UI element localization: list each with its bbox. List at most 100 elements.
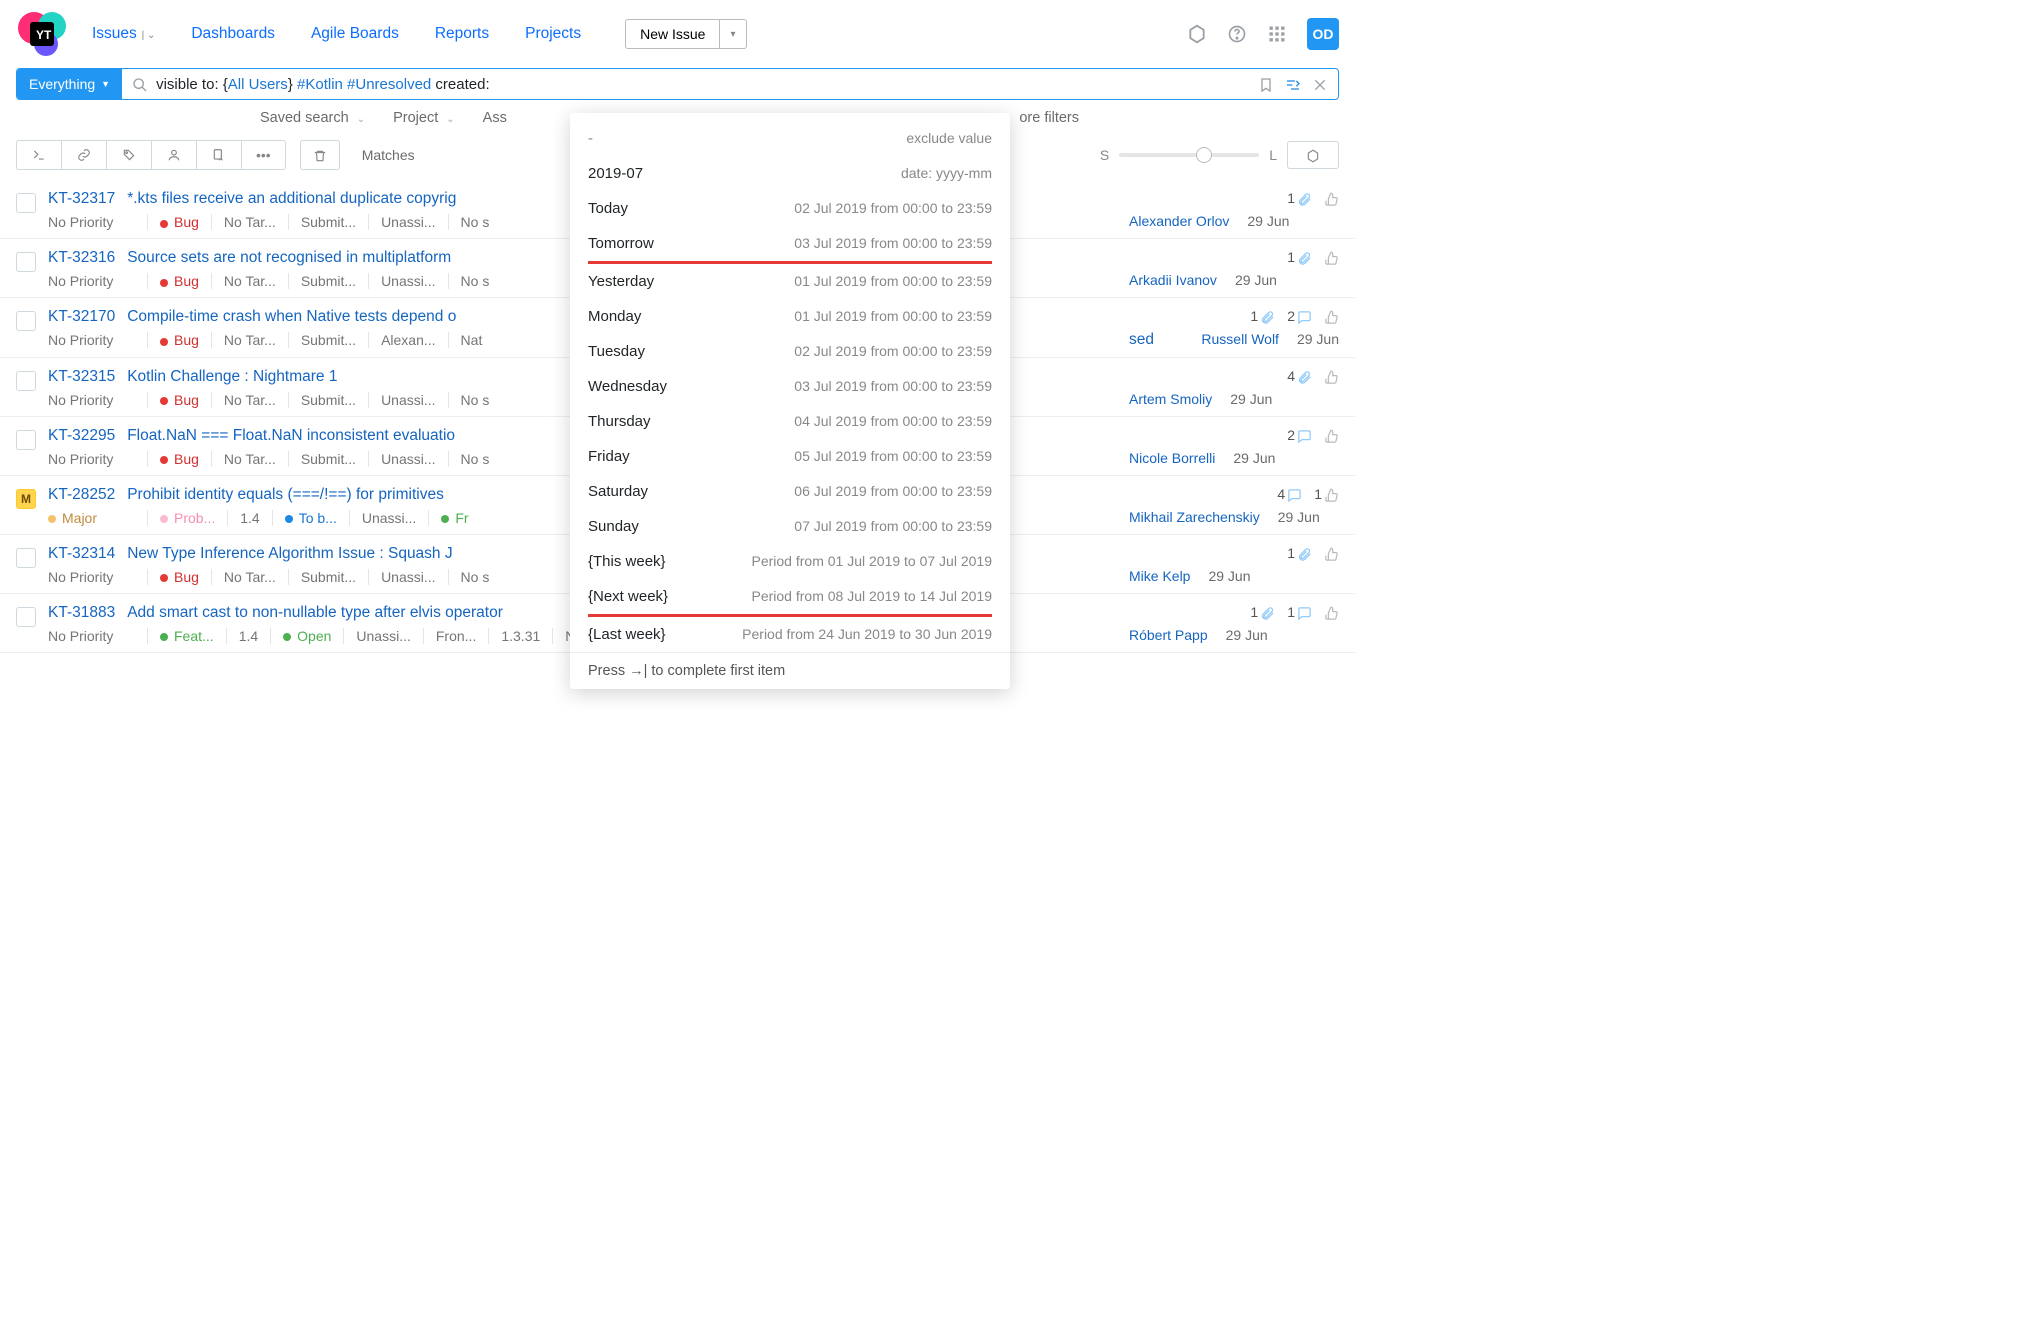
issue-meta-cell[interactable]: Unassi... bbox=[369, 451, 448, 467]
popup-option[interactable]: {This week}Period from 01 Jul 2019 to 07… bbox=[570, 544, 1010, 579]
nav-reports[interactable]: Reports bbox=[435, 25, 489, 43]
issue-meta-cell[interactable]: 1.4 bbox=[228, 510, 272, 526]
new-issue-button[interactable]: New Issue bbox=[625, 19, 720, 49]
issue-id[interactable]: KT-32316 bbox=[48, 249, 115, 267]
comment-badge[interactable]: 1 bbox=[1287, 604, 1312, 621]
issue-meta-cell[interactable]: Unassi... bbox=[369, 214, 448, 230]
tag-button[interactable] bbox=[107, 141, 152, 169]
issue-meta-cell[interactable]: No s bbox=[449, 451, 502, 467]
issue-id[interactable]: KT-32170 bbox=[48, 308, 115, 326]
clear-search-icon[interactable] bbox=[1312, 75, 1328, 92]
issue-title[interactable]: Source sets are not recognised in multip… bbox=[127, 249, 451, 267]
issue-meta-cell[interactable]: No Priority bbox=[48, 332, 148, 348]
issue-meta-cell[interactable]: Unassi... bbox=[369, 273, 448, 289]
issue-meta-cell[interactable]: Bug bbox=[148, 451, 212, 467]
comment-badge[interactable]: 2 bbox=[1287, 308, 1312, 325]
issue-meta-cell[interactable]: No Tar... bbox=[212, 214, 289, 230]
issue-meta-cell[interactable]: Fr bbox=[429, 510, 480, 526]
popup-option[interactable]: Friday05 Jul 2019 from 00:00 to 23:59 bbox=[570, 439, 1010, 474]
issue-meta-cell[interactable]: No Tar... bbox=[212, 273, 289, 289]
comment-badge[interactable]: 2 bbox=[1287, 427, 1312, 444]
issue-id[interactable]: KT-32314 bbox=[48, 545, 115, 563]
popup-option[interactable]: Monday01 Jul 2019 from 00:00 to 23:59 bbox=[570, 299, 1010, 334]
issue-meta-cell[interactable]: Submit... bbox=[289, 214, 369, 230]
issue-meta-cell[interactable]: Fron... bbox=[424, 628, 489, 644]
more-actions-button[interactable]: ••• bbox=[242, 141, 285, 169]
issue-title[interactable]: Compile-time crash when Native tests dep… bbox=[127, 308, 456, 326]
clip-badge[interactable]: 4 bbox=[1287, 368, 1312, 385]
issue-author[interactable]: Róbert Papp bbox=[1129, 627, 1208, 643]
issue-checkbox[interactable] bbox=[16, 430, 36, 450]
popup-option[interactable]: Thursday04 Jul 2019 from 00:00 to 23:59 bbox=[570, 404, 1010, 439]
clip-badge[interactable]: 1 bbox=[1287, 545, 1312, 562]
issue-meta-cell[interactable]: No s bbox=[449, 273, 502, 289]
issue-title[interactable]: Float.NaN === Float.NaN inconsistent eva… bbox=[127, 427, 455, 445]
thumb-badge[interactable] bbox=[1324, 368, 1339, 385]
bookmark-icon[interactable] bbox=[1258, 75, 1274, 92]
clip-badge[interactable]: 1 bbox=[1250, 604, 1275, 621]
issue-meta-cell[interactable]: No Priority bbox=[48, 214, 148, 230]
issue-meta-cell[interactable]: No Tar... bbox=[212, 332, 289, 348]
issue-meta-cell[interactable]: Submit... bbox=[289, 332, 369, 348]
admin-gear-icon[interactable] bbox=[1187, 24, 1207, 44]
filter-toggle-icon[interactable] bbox=[1284, 75, 1302, 92]
issue-meta-cell[interactable]: No s bbox=[449, 569, 502, 585]
issue-id[interactable]: KT-32295 bbox=[48, 427, 115, 445]
issue-meta-cell[interactable]: Submit... bbox=[289, 569, 369, 585]
issue-meta-cell[interactable]: Nat bbox=[449, 332, 495, 348]
thumb-badge[interactable] bbox=[1324, 308, 1339, 325]
new-issue-dropdown[interactable]: ▾ bbox=[720, 19, 746, 49]
issue-title[interactable]: Add smart cast to non-nullable type afte… bbox=[127, 604, 503, 622]
issue-author[interactable]: Nicole Borrelli bbox=[1129, 450, 1215, 466]
issue-checkbox[interactable] bbox=[16, 548, 36, 568]
issue-id[interactable]: KT-32317 bbox=[48, 190, 115, 208]
issue-meta-cell[interactable]: No s bbox=[449, 214, 502, 230]
issue-checkbox[interactable]: M bbox=[16, 489, 36, 509]
issue-meta-cell[interactable]: To b... bbox=[273, 510, 350, 526]
popup-option[interactable]: {Next week}Period from 08 Jul 2019 to 14… bbox=[570, 579, 1010, 614]
issue-meta-cell[interactable]: No Priority bbox=[48, 273, 148, 289]
move-button[interactable] bbox=[197, 141, 242, 169]
popup-option[interactable]: 2019-07date: yyyy-mm bbox=[570, 156, 1010, 191]
issue-checkbox[interactable] bbox=[16, 371, 36, 391]
popup-option[interactable]: Yesterday01 Jul 2019 from 00:00 to 23:59 bbox=[570, 264, 1010, 299]
issue-meta-cell[interactable]: Major bbox=[48, 510, 148, 526]
issue-title[interactable]: Prohibit identity equals (===/!==) for p… bbox=[127, 486, 444, 504]
apps-grid-icon[interactable] bbox=[1267, 24, 1287, 44]
nav-agile-boards[interactable]: Agile Boards bbox=[311, 25, 399, 43]
command-button[interactable] bbox=[17, 141, 62, 169]
popup-option[interactable]: Today02 Jul 2019 from 00:00 to 23:59 bbox=[570, 191, 1010, 226]
issue-meta-cell[interactable]: Bug bbox=[148, 332, 212, 348]
issue-meta-cell[interactable]: Bug bbox=[148, 214, 212, 230]
issue-id[interactable]: KT-28252 bbox=[48, 486, 115, 504]
issue-title[interactable]: *.kts files receive an additional duplic… bbox=[127, 190, 456, 208]
issue-meta-cell[interactable]: 1.4 bbox=[227, 628, 271, 644]
issue-meta-cell[interactable]: Open bbox=[271, 628, 344, 644]
nav-issues[interactable]: Issues | ⌄ bbox=[92, 25, 155, 43]
issue-meta-cell[interactable]: Unassi... bbox=[350, 510, 429, 526]
issue-meta-cell[interactable]: Submit... bbox=[289, 273, 369, 289]
issue-author[interactable]: Mike Kelp bbox=[1129, 568, 1190, 584]
issue-author[interactable]: Russell Wolf bbox=[1201, 331, 1279, 347]
thumb-badge[interactable] bbox=[1324, 190, 1339, 207]
issue-checkbox[interactable] bbox=[16, 193, 36, 213]
popup-option[interactable]: Saturday06 Jul 2019 from 00:00 to 23:59 bbox=[570, 474, 1010, 509]
popup-option[interactable]: -exclude value bbox=[570, 121, 1010, 156]
issue-meta-cell[interactable]: Prob... bbox=[148, 510, 228, 526]
issue-meta-cell[interactable]: No s bbox=[449, 392, 502, 408]
filter-more[interactable]: ore filters bbox=[1019, 110, 1079, 126]
popup-option[interactable]: {Last week}Period from 24 Jun 2019 to 30… bbox=[570, 617, 1010, 652]
issue-author[interactable]: Arkadii Ivanov bbox=[1129, 272, 1217, 288]
filter-saved-search[interactable]: Saved search ⌄ bbox=[260, 110, 365, 126]
detail-slider[interactable] bbox=[1119, 153, 1259, 157]
assign-button[interactable] bbox=[152, 141, 197, 169]
thumb-badge[interactable] bbox=[1324, 604, 1339, 621]
issue-meta-cell[interactable]: No Priority bbox=[48, 569, 148, 585]
filter-project[interactable]: Project ⌄ bbox=[393, 110, 455, 126]
list-settings-button[interactable] bbox=[1287, 141, 1339, 169]
issue-meta-cell[interactable]: No Priority bbox=[48, 451, 148, 467]
issue-meta-cell[interactable]: Unassi... bbox=[369, 392, 448, 408]
popup-option[interactable]: Tuesday02 Jul 2019 from 00:00 to 23:59 bbox=[570, 334, 1010, 369]
issue-meta-cell[interactable]: No Priority bbox=[48, 628, 148, 644]
youtrack-logo[interactable]: YT bbox=[16, 8, 68, 60]
